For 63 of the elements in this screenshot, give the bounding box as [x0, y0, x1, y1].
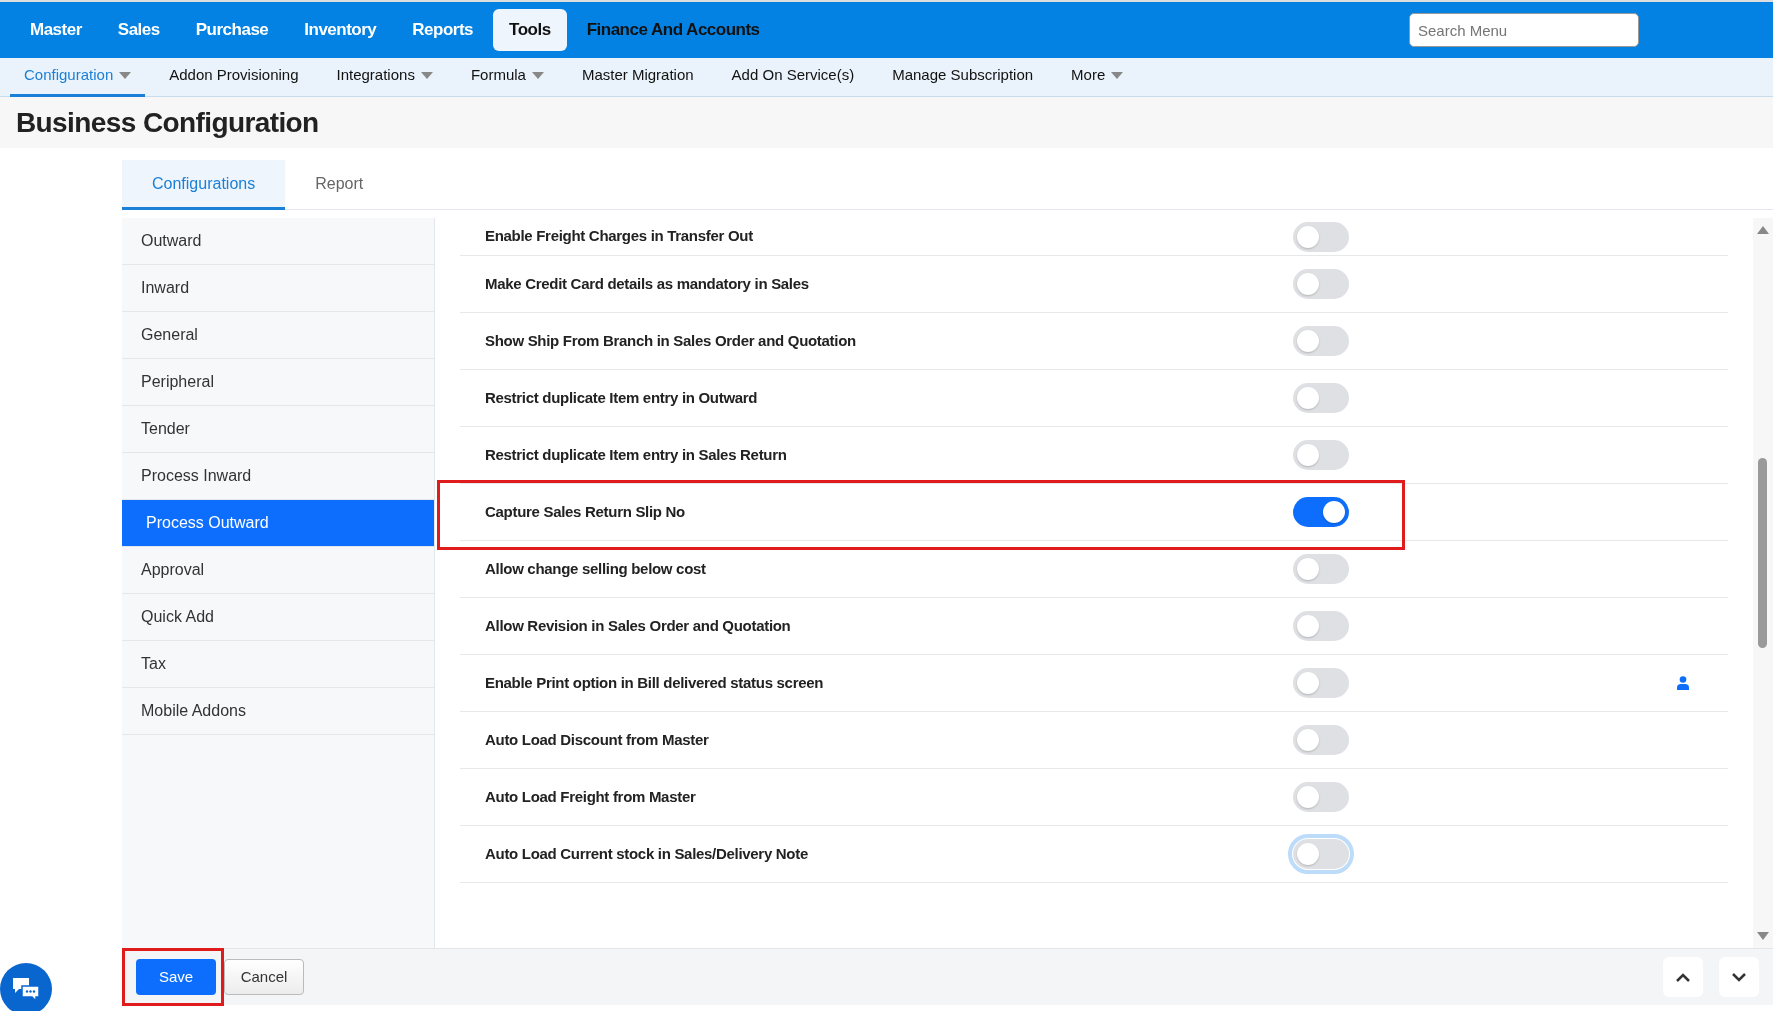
toggle-switch[interactable]: [1293, 668, 1349, 698]
toggle-switch[interactable]: [1293, 611, 1349, 641]
toggle-switch[interactable]: [1293, 269, 1349, 299]
user-icon[interactable]: [1677, 676, 1689, 690]
scroll-up-button[interactable]: [1663, 957, 1703, 997]
nav-tab[interactable]: Master: [14, 9, 98, 51]
toggle-switch[interactable]: [1293, 497, 1349, 527]
sidebar-item[interactable]: Outward: [122, 218, 434, 265]
scroll-down-arrow-icon[interactable]: [1757, 932, 1769, 940]
setting-label: Show Ship From Branch in Sales Order and Quotation: [485, 330, 857, 351]
setting-label: Allow change selling below cost: [485, 558, 707, 579]
sidebar-item[interactable]: Process Outward: [122, 500, 434, 547]
setting-label: Auto Load Discount from Master: [485, 729, 710, 750]
menu-item[interactable]: Add On Service(s): [717, 57, 869, 97]
nav-tab[interactable]: Finance And Accounts: [570, 9, 776, 51]
sidebar-item[interactable]: General: [122, 312, 434, 359]
setting-label: Allow Revision in Sales Order and Quotation: [485, 615, 792, 636]
tab[interactable]: Report: [285, 160, 394, 210]
menu-item[interactable]: Formula: [456, 57, 558, 97]
scroll-up-arrow-icon[interactable]: [1757, 226, 1769, 234]
menu-item[interactable]: Master Migration: [567, 57, 708, 97]
menu-item[interactable]: Addon Provisioning: [155, 57, 313, 97]
setting-label: Make Credit Card details as mandatory in Sales: [485, 273, 810, 294]
setting-label: Restrict duplicate Item entry in Outward: [485, 387, 759, 408]
toggle-switch[interactable]: [1293, 221, 1349, 252]
setting-label: Restrict duplicate Item entry in Sales Return: [485, 444, 788, 465]
toggle-switch[interactable]: [1293, 782, 1349, 812]
toggle-switch[interactable]: [1293, 440, 1349, 470]
page-title: Business Configuration: [16, 105, 319, 140]
setting-label: Auto Load Current stock in Sales/Delivery Note: [485, 843, 809, 864]
nav-tab[interactable]: Sales: [101, 9, 176, 51]
nav-tab[interactable]: Reports: [396, 9, 490, 51]
toggle-switch[interactable]: [1293, 554, 1349, 584]
sidebar-item[interactable]: Quick Add: [122, 594, 434, 641]
scrollbar-thumb[interactable]: [1758, 458, 1767, 648]
nav-tab[interactable]: Inventory: [288, 9, 393, 51]
setting-label: Capture Sales Return Slip No: [485, 501, 686, 522]
menu-item[interactable]: Manage Subscription: [878, 57, 1048, 97]
chevron-down-icon: [1732, 972, 1746, 982]
setting-label: Enable Print option in Bill delivered status screen: [485, 672, 825, 693]
menu-item[interactable]: More: [1057, 57, 1138, 97]
chat-icon[interactable]: [0, 963, 52, 1011]
setting-label: Auto Load Freight from Master: [485, 786, 697, 807]
sidebar-item[interactable]: Tax: [122, 641, 434, 688]
toggle-switch[interactable]: [1293, 725, 1349, 755]
sidebar-item[interactable]: Inward: [122, 265, 434, 312]
nav-tab[interactable]: Purchase: [179, 9, 285, 51]
sidebar-item[interactable]: Mobile Addons: [122, 688, 434, 735]
sidebar-item[interactable]: Peripheral: [122, 359, 434, 406]
sidebar-item[interactable]: Approval: [122, 547, 434, 594]
save-button[interactable]: Save: [136, 959, 216, 995]
sidebar-item[interactable]: Tender: [122, 406, 434, 453]
menu-item[interactable]: Integrations: [322, 57, 447, 97]
scroll-down-button[interactable]: [1719, 957, 1759, 997]
cancel-button[interactable]: Cancel: [224, 959, 304, 995]
toggle-switch[interactable]: [1293, 326, 1349, 356]
setting-label: Enable Freight Charges in Transfer Out: [485, 226, 754, 247]
tab[interactable]: Configurations: [122, 160, 286, 210]
toggle-switch[interactable]: [1293, 383, 1349, 413]
search-field[interactable]: Search Menu: [1409, 13, 1639, 47]
scrollbar[interactable]: [1753, 218, 1773, 948]
chevron-up-icon: [1676, 972, 1690, 982]
nav-tab[interactable]: Tools: [493, 9, 567, 51]
